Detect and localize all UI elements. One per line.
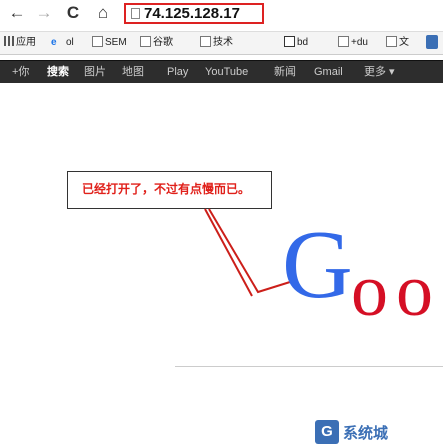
- extension-icon[interactable]: [426, 35, 438, 49]
- page-icon: [284, 36, 295, 47]
- bookmark-sem[interactable]: SEM: [92, 35, 127, 51]
- page-icon: [92, 36, 103, 47]
- search-box-edge[interactable]: [175, 366, 443, 367]
- gbar-item-gmail[interactable]: Gmail: [314, 61, 343, 83]
- bookmark-wen[interactable]: 文: [386, 35, 409, 51]
- bookmark-apps[interactable]: 应用: [4, 35, 36, 51]
- page-icon: [338, 36, 349, 47]
- gbar-item-more[interactable]: 更多 ▾: [364, 61, 395, 83]
- google-bar: +你 搜索 图片 地图 Play YouTube 新闻 Gmail 更多 ▾: [0, 60, 443, 83]
- watermark-logo: G 系统城: [315, 420, 437, 446]
- bookmark-ie[interactable]: e: [51, 35, 57, 51]
- watermark-text: 系统城: [343, 425, 389, 442]
- address-bar[interactable]: 74.125.128.17: [124, 3, 264, 24]
- back-icon[interactable]: ←: [6, 2, 28, 24]
- watermark-icon: G: [315, 420, 339, 444]
- apps-grid-icon: [4, 36, 14, 46]
- bookmark-bd[interactable]: bd: [284, 35, 308, 51]
- bookmark-google[interactable]: 谷歌: [140, 35, 173, 51]
- annotation-callout: 已经打开了，不过有点慢而已。: [67, 171, 272, 209]
- forward-icon[interactable]: →: [33, 2, 55, 24]
- home-icon[interactable]: ⌂: [92, 2, 114, 24]
- gbar-item-maps[interactable]: 地图: [122, 61, 144, 83]
- address-url[interactable]: 74.125.128.17: [144, 5, 240, 22]
- annotation-text: 已经打开了，不过有点慢而已。: [82, 182, 251, 196]
- bookmark-du[interactable]: +du: [338, 35, 368, 51]
- gbar-item-news[interactable]: 新闻: [274, 61, 296, 83]
- gbar-item-youtube[interactable]: YouTube: [205, 61, 248, 83]
- gbar-item-play[interactable]: Play: [167, 61, 188, 83]
- logo-letter-o2: o: [396, 250, 433, 332]
- page-icon: [386, 36, 397, 47]
- bookmark-ol[interactable]: ol: [66, 35, 74, 51]
- bookmark-tech[interactable]: 技术: [200, 35, 233, 51]
- bookmarks-bar: 应用 e ol SEM 谷歌 技术 bd +du 文: [0, 31, 443, 55]
- page-icon: [140, 36, 151, 47]
- page-icon: [200, 36, 211, 47]
- gbar-item-images[interactable]: 图片: [84, 61, 106, 83]
- logo-letter-o1: o: [351, 250, 388, 332]
- logo-letter-g: G: [282, 211, 353, 319]
- gbar-item-plus[interactable]: +你: [12, 61, 29, 83]
- page-icon: [131, 8, 140, 19]
- gbar-item-search[interactable]: 搜索: [47, 61, 69, 83]
- browser-toolbar: ← → C ⌂ 74.125.128.17: [0, 0, 443, 30]
- reload-icon[interactable]: C: [62, 2, 84, 24]
